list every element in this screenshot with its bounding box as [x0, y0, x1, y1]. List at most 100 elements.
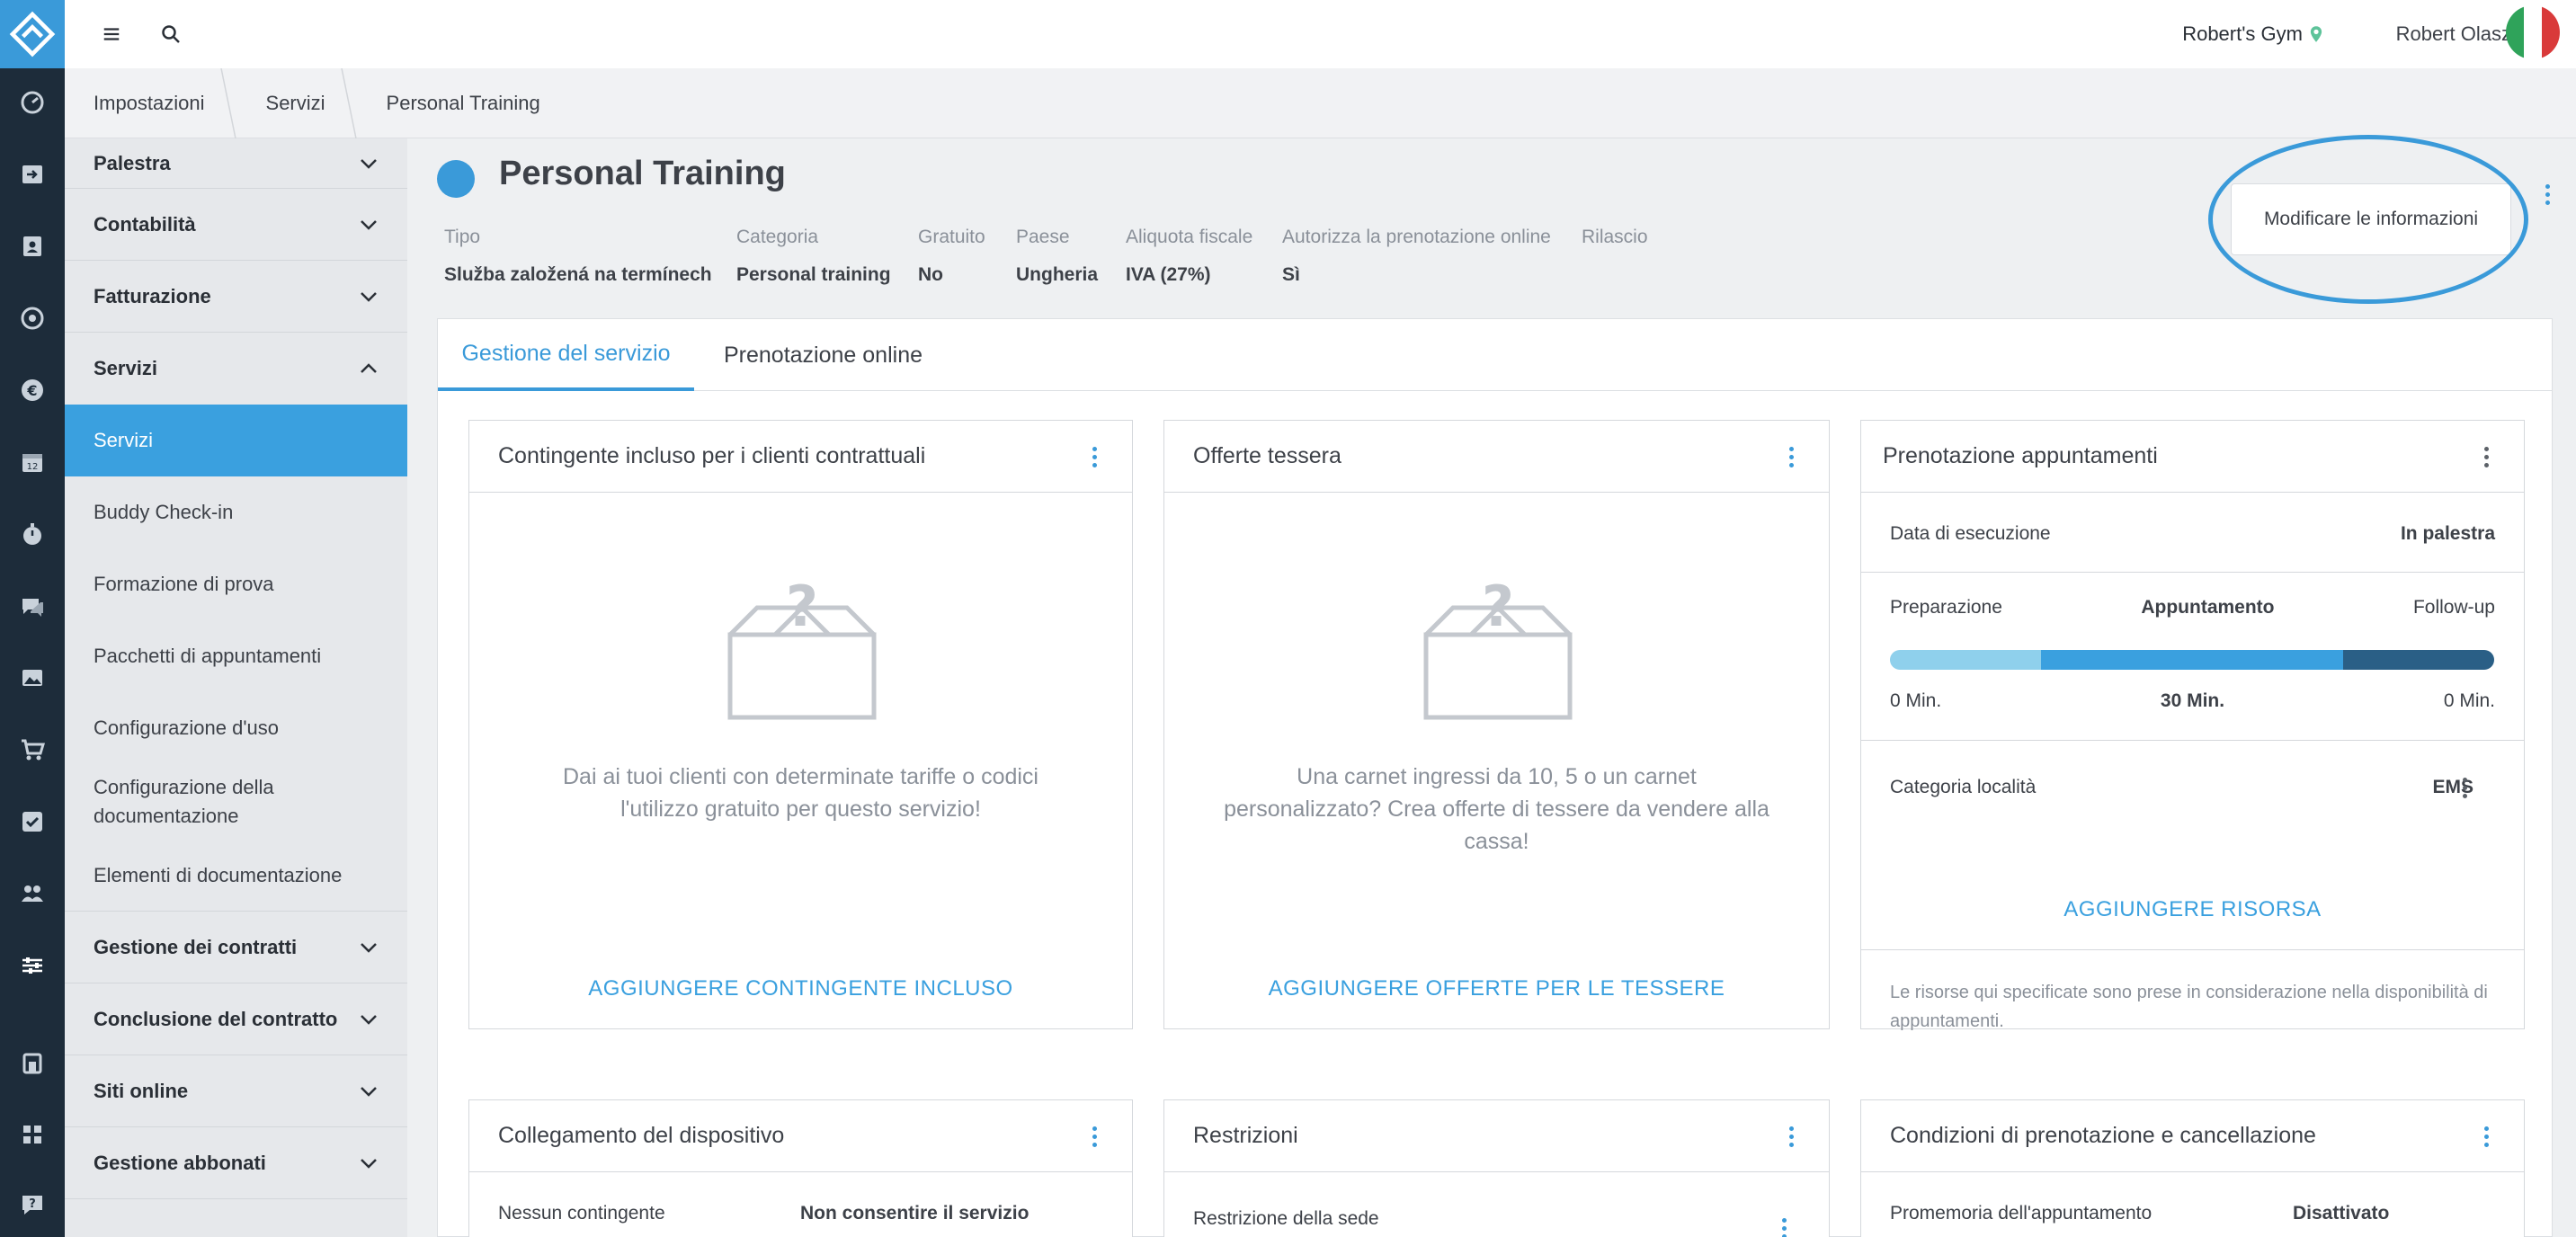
sidebar-section-siti-online[interactable]: Siti online [65, 1055, 407, 1127]
tab-prenotazione-online[interactable]: Prenotazione online [724, 319, 923, 391]
card-contingente: Contingente incluso per i clienti contra… [468, 420, 1133, 1029]
breadcrumb-item-current: Personal Training [358, 68, 573, 138]
category-more-icon[interactable] [2456, 770, 2473, 805]
sidebar-section-gestione-contratti[interactable]: Gestione dei contratti [65, 912, 407, 983]
contacts-icon[interactable] [0, 227, 65, 266]
image-icon[interactable] [0, 658, 65, 698]
sidebar-section-gestione-abbonati[interactable]: Gestione abbonati [65, 1127, 407, 1199]
sidebar-item-configurazione-documentazione[interactable]: Configurazione della documentazione [65, 764, 407, 840]
card-more-icon[interactable] [1083, 439, 1105, 475]
add-contingente-link[interactable]: AGGIUNGERE CONTINGENTE INCLUSO [469, 976, 1132, 1001]
chevron-down-icon [361, 942, 377, 953]
sidebar-item-elementi-documentazione[interactable]: Elementi di documentazione [65, 840, 407, 912]
svg-text:?: ? [786, 581, 818, 639]
apps-grid-icon[interactable] [0, 1115, 65, 1154]
chevron-down-icon [361, 219, 377, 230]
reminder-row-value: Disattivato [2293, 1203, 2390, 1224]
add-offerte-tessere-link[interactable]: AGGIUNGERE OFFERTE PER LE TESSERE [1164, 976, 1829, 1001]
chevron-down-icon [361, 1014, 377, 1025]
card-more-icon[interactable] [1780, 1118, 1802, 1154]
sidebar-item-configurazione-uso[interactable]: Configurazione d'uso [65, 692, 407, 764]
duration-value: 0 Min. [1890, 690, 1942, 711]
top-bar: Robert's Gym Robert Olasz [65, 0, 2576, 68]
store-icon[interactable] [0, 1043, 65, 1082]
menu-icon[interactable] [95, 18, 128, 50]
breadcrumb-item[interactable]: Servizi [237, 67, 358, 138]
sidebar-item-buddy-checkin[interactable]: Buddy Check-in [65, 476, 407, 548]
sidebar-item-pacchetti-appuntamenti[interactable]: Pacchetti di appuntamenti [65, 620, 407, 692]
settings-sidebar: Palestra Contabilità Fatturazione Serviz… [65, 138, 407, 1237]
divider [1861, 740, 2524, 741]
app-icon-rail: € 12 ? [0, 0, 65, 1237]
sidebar-section-fatturazione[interactable]: Fatturazione [65, 261, 407, 333]
meta-value: No [918, 264, 943, 285]
card-offerte-tessera: Offerte tessera ? Una carnet ingressi da… [1163, 420, 1830, 1029]
resources-note: Le risorse qui specificate sono prese in… [1890, 983, 2488, 1031]
target-icon[interactable] [0, 298, 65, 338]
chat-icon[interactable] [0, 586, 65, 626]
meta-aliquota: Aliquota fiscale IVA (27%) [1126, 227, 1252, 286]
durations-row: 0 Min. 30 Min. 0 Min. [1861, 683, 2524, 719]
gym-selector[interactable]: Robert's Gym [2182, 18, 2322, 50]
category-row: Categoria località EMS [1861, 768, 2524, 807]
stopwatch-icon[interactable] [0, 514, 65, 554]
breadcrumb-item[interactable]: Impostazioni [65, 67, 237, 138]
sidebar-item-formazione-di-prova[interactable]: Formazione di prova [65, 548, 407, 620]
sidebar-section-servizi[interactable]: Servizi [65, 333, 407, 405]
cart-icon[interactable] [0, 730, 65, 770]
duration-value: 30 Min. [2160, 690, 2225, 711]
breadcrumb-label: Impostazioni [94, 91, 205, 114]
language-flag-icon[interactable] [2506, 5, 2560, 59]
duration-bar-segment [1890, 650, 2041, 670]
edit-info-button[interactable]: Modificare le informazioni [2231, 183, 2511, 255]
dashboard-icon[interactable] [0, 83, 65, 122]
checkin-icon[interactable] [0, 155, 65, 194]
meta-value: Sì [1282, 264, 1300, 285]
duration-value: 0 Min. [2443, 690, 2495, 711]
help-icon[interactable]: ? [0, 1185, 65, 1224]
settings-sliders-icon[interactable] [0, 946, 65, 985]
user-name[interactable]: Robert Olasz [2396, 18, 2511, 50]
empty-box-icon: ? [1423, 581, 1573, 720]
app-logo[interactable] [0, 0, 65, 68]
sidebar-section-conclusione-contratto[interactable]: Conclusione del contratto [65, 983, 407, 1055]
card-more-icon[interactable] [2475, 439, 2497, 475]
chevron-down-icon [361, 1086, 377, 1097]
card-more-icon[interactable] [1083, 1118, 1105, 1154]
svg-text:12: 12 [27, 462, 39, 472]
divider [1861, 572, 2524, 573]
calendar-icon[interactable]: 12 [0, 442, 65, 482]
breadcrumb-separator [219, 67, 236, 138]
svg-text:€: € [26, 382, 37, 399]
card-header: Contingente incluso per i clienti contra… [469, 421, 1132, 493]
duration-bar-segment [2343, 650, 2494, 670]
card-title: Collegamento del dispositivo [498, 1123, 785, 1148]
sidebar-section-palestra[interactable]: Palestra [65, 138, 407, 189]
execution-row: Data di esecuzione In palestra [1861, 516, 2524, 552]
card-more-icon[interactable] [2475, 1118, 2497, 1154]
search-icon[interactable] [155, 18, 187, 50]
more-options-icon[interactable] [2534, 176, 2561, 212]
meta-key: Aliquota fiscale [1126, 227, 1253, 247]
sidebar-section-label: Servizi [94, 357, 157, 379]
sidebar-section-contabilita[interactable]: Contabilità [65, 189, 407, 261]
duration-bar-segment [2041, 650, 2343, 670]
tab-gestione-servizio[interactable]: Gestione del servizio [438, 319, 694, 391]
card-more-icon[interactable] [1780, 439, 1802, 475]
restriction-more-icon[interactable] [1775, 1210, 1793, 1237]
phase-label: Appuntamento [2141, 597, 2275, 618]
sidebar-section-label: Siti online [94, 1079, 189, 1102]
gym-name: Robert's Gym [2182, 22, 2303, 45]
add-risorsa-link[interactable]: AGGIUNGERE RISORSA [1861, 897, 2524, 922]
chevron-down-icon [361, 1158, 377, 1169]
sidebar-item-servizi[interactable]: Servizi [65, 405, 407, 476]
breadcrumb-label: Personal Training [386, 91, 540, 114]
empty-state-text: Una carnet ingressi da 10, 5 o un carnet… [1224, 764, 1769, 854]
checkbox-icon[interactable] [0, 802, 65, 841]
card-condizioni-prenotazione: Condizioni di prenotazione e cancellazio… [1860, 1099, 2525, 1237]
euro-icon[interactable]: € [0, 370, 65, 410]
users-icon[interactable] [0, 874, 65, 913]
page-title: Personal Training [499, 155, 786, 192]
execution-value: In palestra [2400, 523, 2495, 544]
phases-row: Preparazione Appuntamento Follow-up [1861, 590, 2524, 626]
